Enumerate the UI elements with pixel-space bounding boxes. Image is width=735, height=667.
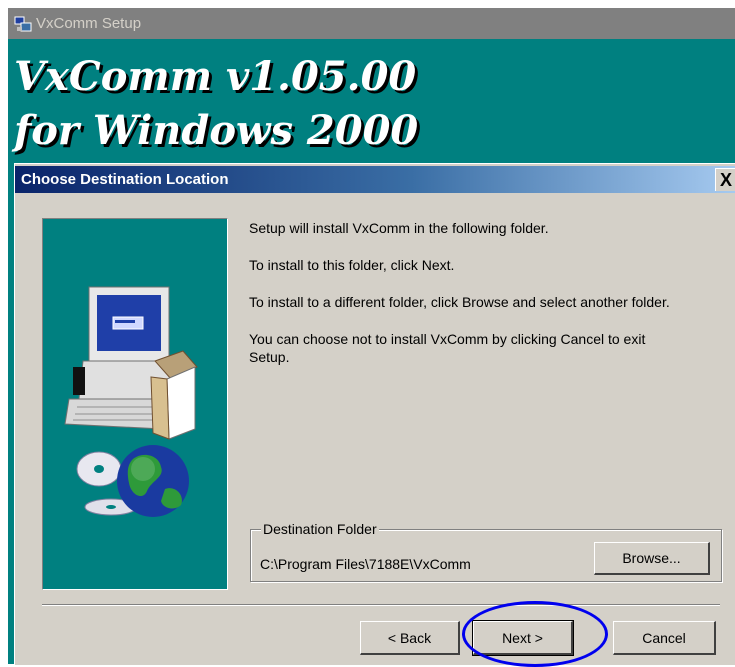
- banner-line-1: VxComm v1.05.00: [14, 53, 417, 100]
- setup-artwork-panel: [42, 218, 228, 590]
- setup-app-icon: [14, 15, 32, 33]
- message-click-next: To install to this folder, click Next.: [249, 257, 455, 273]
- button-separator: [42, 604, 720, 606]
- computer-icon: [64, 286, 198, 440]
- back-button[interactable]: < Back: [360, 621, 460, 655]
- message-cancel-exit: You can choose not to install VxComm by …: [249, 331, 646, 365]
- destination-folder-legend: Destination Folder: [261, 521, 379, 537]
- setup-window-title: VxComm Setup: [36, 15, 142, 32]
- browse-button[interactable]: Browse...: [594, 542, 710, 575]
- close-icon: X: [719, 169, 732, 190]
- banner-line-2: for Windows 2000: [14, 107, 419, 154]
- message-install-folder: Setup will install VxComm in the followi…: [249, 220, 549, 236]
- next-button[interactable]: Next >: [472, 620, 574, 656]
- message-click-browse: To install to a different folder, click …: [249, 294, 670, 310]
- cancel-button[interactable]: Cancel: [613, 621, 716, 655]
- product-banner: VxComm v1.05.00 for Windows 2000: [14, 50, 418, 158]
- globe-icon: [117, 445, 189, 517]
- setup-window-title-bar[interactable]: VxComm Setup: [8, 8, 735, 39]
- dialog-title-bar[interactable]: Choose Destination Location: [15, 166, 735, 193]
- dialog-title: Choose Destination Location: [21, 171, 229, 188]
- close-button[interactable]: X: [715, 168, 735, 191]
- destination-folder-group: Destination Folder C:\Program Files\7188…: [250, 521, 722, 582]
- choose-destination-dialog: Choose Destination Location X Setup will…: [14, 163, 735, 667]
- destination-path: C:\Program Files\7188E\VxComm: [260, 556, 471, 572]
